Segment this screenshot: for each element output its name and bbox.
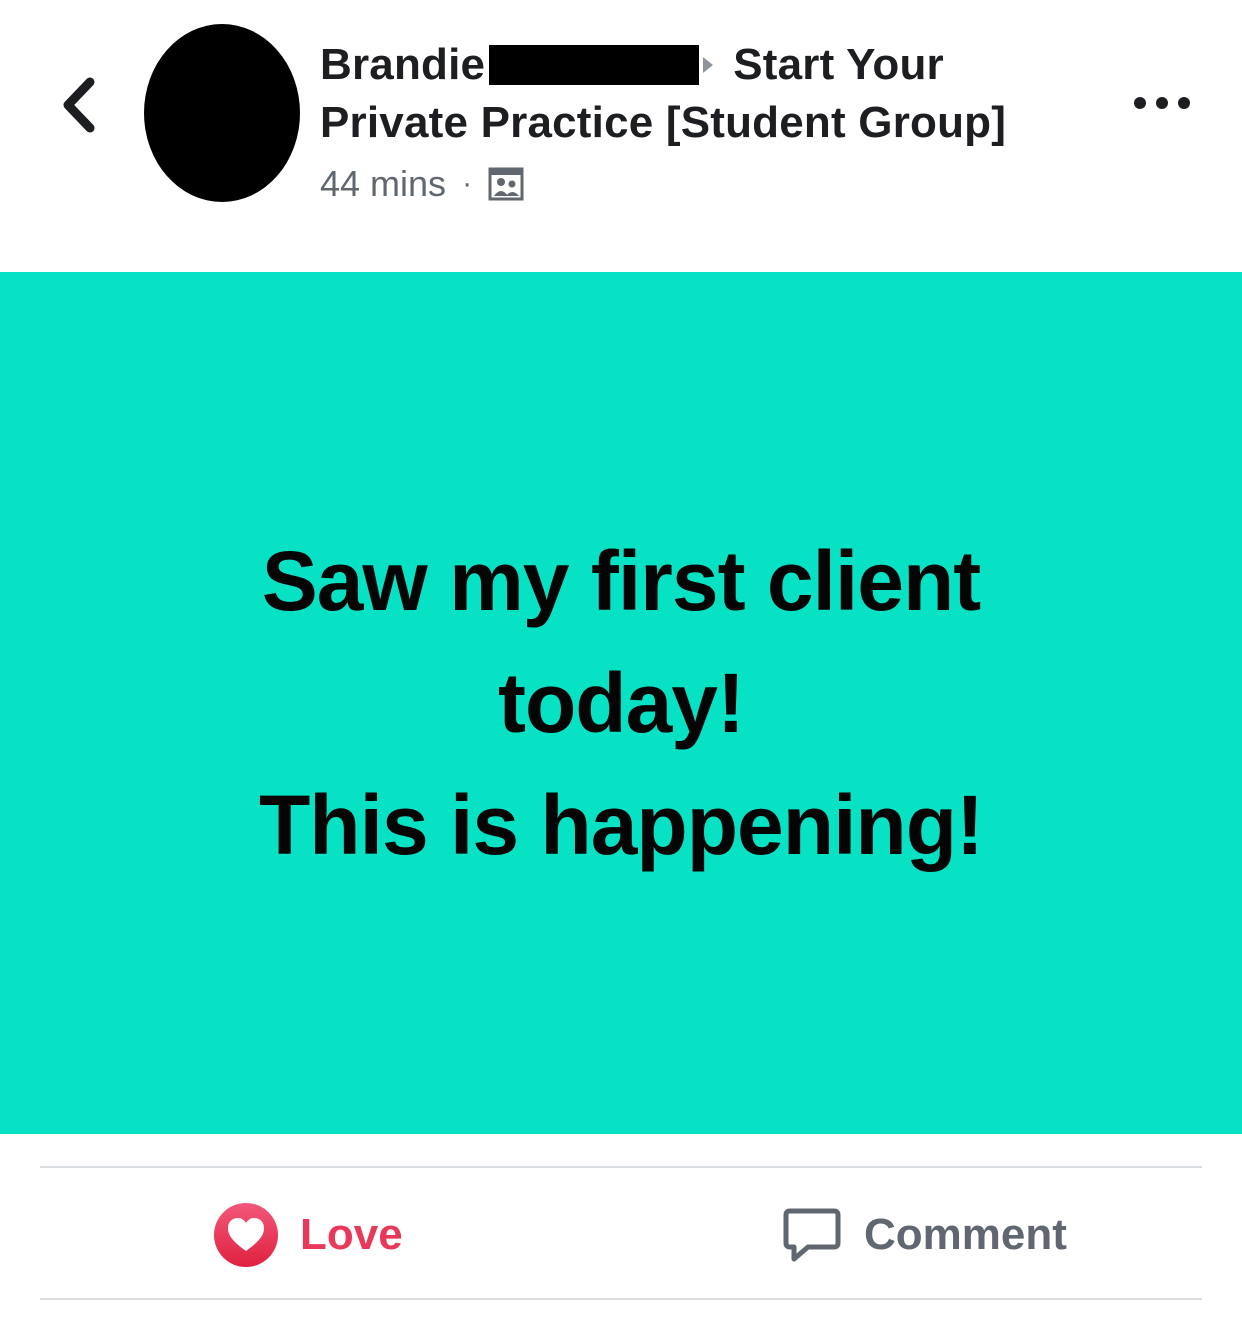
love-button[interactable]: Love: [212, 1200, 403, 1270]
more-dots-icon: [1134, 97, 1190, 109]
comment-label: Comment: [864, 1210, 1067, 1259]
post-meta: 44 mins ·: [320, 164, 1080, 204]
avatar[interactable]: [144, 24, 300, 202]
post-text-line-1: Saw my first client: [261, 534, 982, 628]
caret-right-icon: [703, 57, 714, 73]
back-button[interactable]: [52, 70, 108, 140]
chevron-left-icon: [63, 77, 95, 133]
more-options-button[interactable]: [1130, 88, 1194, 118]
timestamp[interactable]: 44 mins: [320, 164, 446, 204]
divider-top: [40, 1166, 1202, 1168]
group-members-icon[interactable]: [488, 167, 524, 201]
post-text-line-2: today!: [497, 656, 745, 750]
post-header: Brandie Start Your Private Practice [Stud…: [320, 36, 1080, 204]
post-background-card[interactable]: Saw my first client today! This is happe…: [0, 272, 1242, 1134]
post-text: Saw my first client today! This is happe…: [258, 520, 984, 886]
comment-button[interactable]: Comment: [780, 1200, 1067, 1270]
group-name-part-2[interactable]: Private Practice [Student Group]: [320, 98, 1006, 147]
redaction-bar: [489, 45, 700, 85]
divider-bottom: [40, 1298, 1202, 1300]
title-line-1: Brandie Start Your: [320, 36, 1080, 94]
love-label: Love: [300, 1210, 403, 1259]
speech-bubble-icon: [783, 1208, 841, 1262]
heart-icon: [214, 1203, 278, 1267]
post-text-line-3: This is happening!: [258, 778, 984, 872]
meta-separator: ·: [462, 167, 473, 200]
title-line-2: Private Practice [Student Group]: [320, 94, 1080, 152]
author-name[interactable]: Brandie: [320, 40, 485, 89]
group-name-part-1[interactable]: Start Your: [733, 40, 944, 89]
